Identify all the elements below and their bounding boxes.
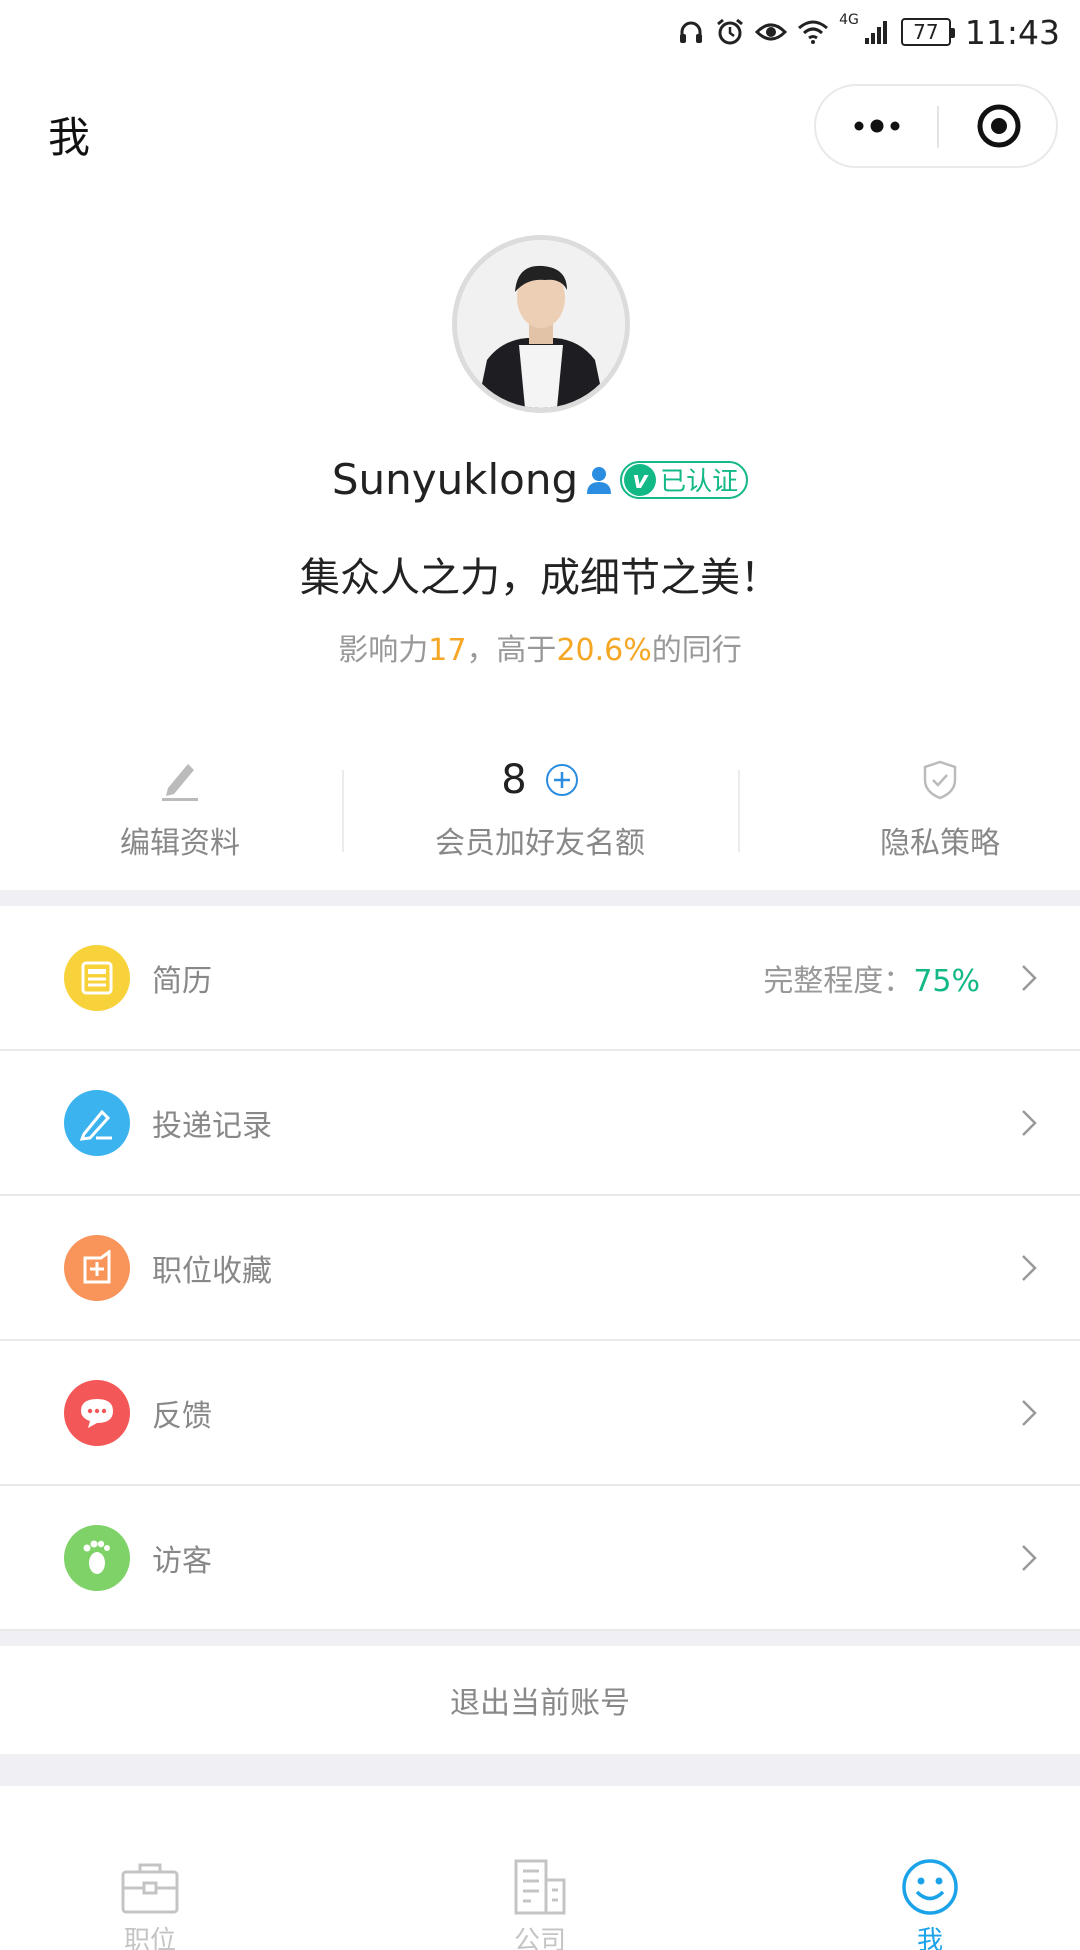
- target-icon: [977, 104, 1020, 148]
- quick-divider: [738, 770, 740, 852]
- favorite-job-icon: [64, 1234, 130, 1301]
- chevron-right-icon: [1022, 964, 1037, 991]
- tab-companies[interactable]: 公司: [360, 1786, 720, 1950]
- verified-badge: v 已认证: [620, 460, 749, 499]
- alarm-icon: [717, 18, 744, 45]
- close-miniprogram-button[interactable]: [939, 86, 1058, 166]
- chevron-right-icon: [1022, 1254, 1037, 1281]
- tab-jobs[interactable]: 职位: [0, 1786, 330, 1950]
- influence-text: 影响力17，高于20.6%的同行: [0, 625, 1080, 669]
- menu-label: 反馈: [152, 1398, 212, 1434]
- influence-score: 17: [428, 633, 467, 668]
- quick-divider: [342, 770, 344, 852]
- member-count: 8: [501, 757, 527, 803]
- wifi-icon: [798, 20, 829, 44]
- quick-actions: 编辑资料 8 会员加好友名额 隐私策略: [0, 750, 1080, 865]
- privacy-policy-button[interactable]: 隐私策略: [760, 750, 1080, 865]
- influence-middle: ，高于: [466, 633, 557, 668]
- more-dots-icon: [854, 119, 899, 133]
- member-quota-item[interactable]: 8 会员加好友名额: [360, 750, 720, 865]
- chevron-right-icon: [1022, 1399, 1037, 1426]
- chevron-right-icon: [1022, 1544, 1037, 1571]
- avatar[interactable]: [452, 235, 630, 413]
- section-divider: [0, 890, 1080, 906]
- section-divider: [0, 1631, 1080, 1646]
- tab-label: 公司: [513, 1926, 566, 1950]
- smiley-icon: [902, 1859, 958, 1915]
- member-quota-label: 会员加好友名额: [435, 826, 645, 861]
- edit-profile-label: 编辑资料: [120, 826, 240, 861]
- pencil-icon: [162, 764, 198, 801]
- add-circle-icon[interactable]: [545, 763, 579, 797]
- eye-icon: [755, 23, 788, 41]
- chevron-right-icon: [1022, 1109, 1037, 1136]
- completeness-value: 75%: [913, 963, 980, 999]
- signal-icon: [864, 21, 887, 44]
- influence-suffix: 的同行: [651, 633, 742, 668]
- menu-item-visitors[interactable]: 访客: [0, 1486, 1080, 1631]
- visitor-footprint-icon: [64, 1524, 130, 1591]
- status-bar: 4G 77 11:43: [0, 0, 1080, 62]
- influence-percent: 20.6%: [556, 633, 652, 668]
- headphones-icon: [680, 21, 703, 43]
- menu-label: 投递记录: [152, 1108, 272, 1144]
- edit-profile-button[interactable]: 编辑资料: [0, 750, 360, 865]
- tab-label: 我: [916, 1926, 943, 1950]
- avatar-photo: [457, 240, 625, 408]
- user-name: Sunyuklong: [331, 455, 579, 504]
- motto: 集众人之力，成细节之美！: [300, 555, 780, 601]
- verified-label: 已认证: [660, 467, 739, 497]
- name-row: Sunyuklong v 已认证: [0, 455, 1080, 504]
- tab-label: 职位: [123, 1926, 176, 1950]
- feedback-icon: [64, 1379, 130, 1446]
- privacy-policy-label: 隐私策略: [880, 826, 1000, 861]
- menu-label: 访客: [152, 1543, 212, 1579]
- header: 我: [0, 62, 1080, 194]
- menu-item-job-favorites[interactable]: 职位收藏: [0, 1196, 1080, 1341]
- network-type: 4G: [839, 12, 859, 28]
- menu-item-feedback[interactable]: 反馈: [0, 1341, 1080, 1486]
- page-title: 我: [48, 113, 91, 162]
- more-button[interactable]: [816, 86, 937, 166]
- tab-me[interactable]: 我: [750, 1786, 1080, 1950]
- resume-icon: [64, 944, 130, 1011]
- section-divider: [0, 1754, 1080, 1786]
- briefcase-icon: [121, 1863, 179, 1914]
- menu-item-resume[interactable]: 简历 完整程度：75%: [0, 906, 1080, 1051]
- resume-completeness: 完整程度：75%: [763, 956, 980, 1000]
- shield-icon: [923, 760, 957, 800]
- menu-item-delivery-records[interactable]: 投递记录: [0, 1051, 1080, 1196]
- battery-indicator: 77: [900, 18, 955, 46]
- logout-button[interactable]: 退出当前账号: [0, 1646, 1080, 1754]
- verified-v-icon: v: [624, 463, 657, 496]
- influence-prefix: 影响力: [338, 633, 429, 668]
- mini-program-capsule: [814, 84, 1058, 168]
- completeness-label: 完整程度：: [763, 963, 914, 999]
- menu-label: 职位收藏: [152, 1253, 272, 1289]
- building-icon: [514, 1859, 566, 1915]
- status-icons: 4G 77 11:43: [677, 12, 1060, 52]
- tab-bar: 职位 公司 我: [0, 1786, 1080, 1950]
- clock: 11:43: [964, 12, 1060, 52]
- menu-label: 简历: [152, 963, 212, 999]
- delivery-record-icon: [64, 1089, 130, 1156]
- person-icon: [587, 466, 612, 494]
